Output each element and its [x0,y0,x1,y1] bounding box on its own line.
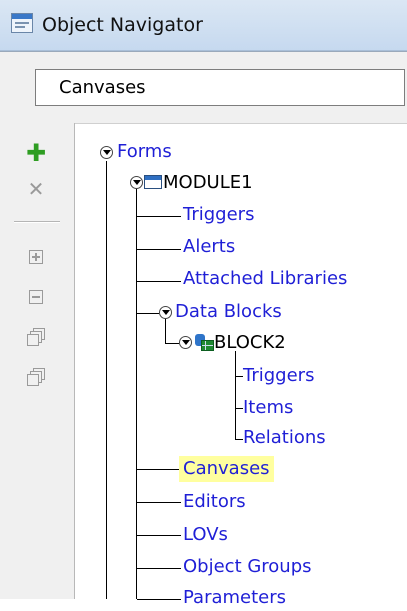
expand-icon[interactable] [19,243,53,271]
collapse-icon[interactable] [19,283,53,311]
collapse-toggle-icon[interactable] [159,306,172,319]
tree-line [137,281,181,282]
tree-node-data-blocks[interactable]: Data Blocks [175,299,282,325]
tree-node-attached-libraries[interactable]: Attached Libraries [183,266,347,292]
module-icon [144,175,162,189]
tree-node-parameters[interactable]: Parameters [183,585,286,611]
collapse-toggle-icon[interactable] [130,176,143,189]
delete-icon[interactable]: ✕ [19,175,53,203]
context-dropdown[interactable]: Canvases [35,69,405,106]
tree-node-alerts[interactable]: Alerts [183,234,235,260]
tree-node-triggers[interactable]: Triggers [183,202,254,228]
create-icon[interactable]: ✚ [19,139,53,167]
tree-node-block-triggers[interactable]: Triggers [243,363,314,389]
tree-node-object-groups[interactable]: Object Groups [183,554,312,580]
object-tree[interactable]: Forms MODULE1 Triggers Alerts Attached L… [75,123,407,608]
tree-line [235,351,236,439]
tree-line [137,249,181,250]
tree-line [136,189,137,599]
toolbar-separator [14,221,60,223]
tree-node-forms[interactable]: Forms [117,139,172,165]
tree-node-canvases[interactable]: Canvases [179,456,274,482]
context-bar: Canvases [0,51,407,124]
tree-line [165,319,166,343]
expand-all-icon[interactable] [19,323,53,351]
navigator-toolbar: ✚ ✕ [0,123,75,599]
tree-line [137,469,181,470]
tree-line [235,439,243,440]
tree-line [137,535,181,536]
tree-node-lovs[interactable]: LOVs [183,522,228,548]
object-navigator-icon [11,13,33,33]
tree-line [165,343,179,344]
window-title: Object Navigator [42,14,203,36]
data-block-icon [195,334,214,351]
tree-line [235,376,243,377]
tree-node-editors[interactable]: Editors [183,489,246,515]
tree-line [137,568,181,569]
tree-line [137,216,181,217]
tree-node-block2[interactable]: BLOCK2 [214,330,286,356]
collapse-toggle-icon[interactable] [100,146,113,159]
collapse-toggle-icon[interactable] [179,336,192,349]
tree-node-relations[interactable]: Relations [243,425,326,451]
title-bar: Object Navigator [0,0,407,51]
tree-line [137,502,181,503]
collapse-all-icon[interactable] [19,363,53,391]
context-dropdown-value: Canvases [59,77,146,98]
tree-node-items[interactable]: Items [243,395,293,421]
tree-node-module[interactable]: MODULE1 [163,170,253,196]
tree-line [106,161,107,599]
tree-line [137,599,181,600]
tree-line [137,313,159,314]
tree-line [235,408,243,409]
